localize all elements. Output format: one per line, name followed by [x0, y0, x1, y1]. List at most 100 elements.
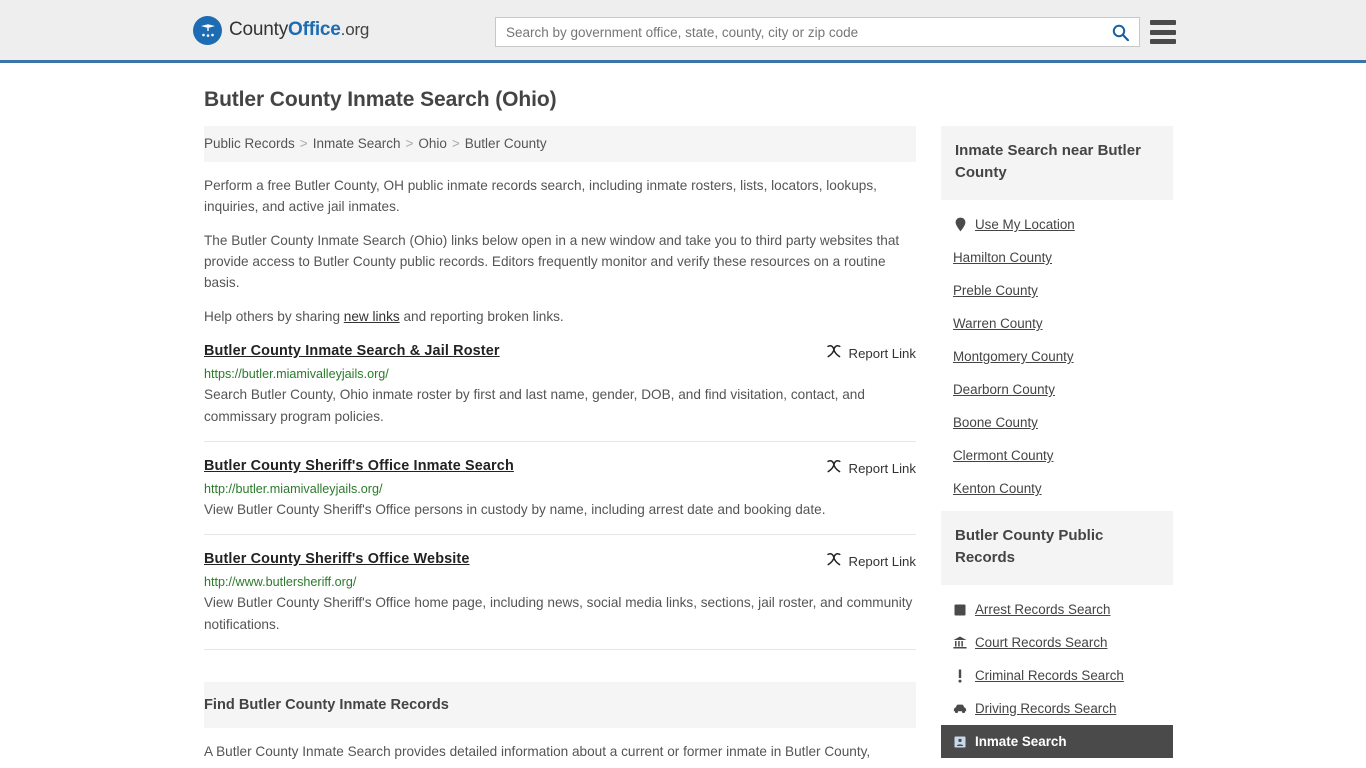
report-link-button[interactable]: Report Link — [826, 344, 916, 362]
breadcrumb-item-ohio[interactable]: Ohio — [418, 136, 447, 151]
sidebar-item-criminal-records-search[interactable]: Criminal Records Search — [941, 659, 1173, 692]
result-url: https://butler.miamivalleyjails.org/ — [204, 367, 389, 381]
intro-p3-before: Help others by sharing — [204, 309, 344, 324]
report-link-button[interactable]: Report Link — [826, 552, 916, 570]
report-link-label: Report Link — [848, 553, 916, 569]
main-content: Public Records > Inmate Search > Ohio > Butler… — [204, 126, 916, 763]
sidebar-item-court-records-search[interactable]: Court Records Search — [941, 626, 1173, 659]
result-header: Butler County Sheriff's Office Website R… — [204, 551, 916, 570]
search-icon[interactable] — [1101, 18, 1139, 46]
intro-p3-after: and reporting broken links. — [399, 309, 564, 324]
result-title-link[interactable]: Butler County Inmate Search & Jail Roste… — [204, 343, 500, 359]
report-link-label: Report Link — [848, 460, 916, 476]
result-header: Butler County Inmate Search & Jail Roste… — [204, 343, 916, 362]
page-container: Butler County Inmate Search (Ohio) Publi… — [0, 88, 1366, 764]
site-logo[interactable]: CountyOffice.org — [193, 15, 369, 45]
content-columns: Public Records > Inmate Search > Ohio > Butler… — [204, 126, 1173, 764]
sidebar-item-label: Hamilton County — [953, 250, 1052, 265]
sidebar: Inmate Search near Butler County Use My … — [941, 126, 1173, 764]
search-input[interactable] — [496, 24, 1101, 40]
sidebar-item-label: Criminal Records Search — [975, 668, 1124, 683]
menu-bar-2 — [1150, 29, 1176, 35]
sidebar-nearby-box: Inmate Search near Butler County Use My … — [941, 126, 1173, 505]
site-header: CountyOffice.org — [0, 0, 1366, 63]
sidebar-public-records-title: Butler County Public Records — [941, 511, 1173, 585]
sidebar-item-label: Warren County — [953, 316, 1043, 331]
result-description: View Butler County Sheriff's Office pers… — [204, 502, 826, 517]
sidebar-public-records-box: Butler County Public Records Arrest Reco… — [941, 511, 1173, 758]
report-link-label: Report Link — [848, 345, 916, 361]
sidebar-item-montgomery-county[interactable]: Montgomery County — [941, 340, 1173, 373]
sidebar-item-arrest-records-search[interactable]: Arrest Records Search — [941, 593, 1173, 626]
result-url: http://www.butlersheriff.org/ — [204, 575, 357, 589]
exclamation-icon — [953, 669, 967, 683]
new-links-link[interactable]: new links — [344, 309, 400, 324]
breadcrumb-separator: > — [299, 136, 308, 151]
sidebar-item-label: Boone County — [953, 415, 1038, 430]
breadcrumb: Public Records > Inmate Search > Ohio > Butler… — [204, 126, 916, 162]
sidebar-item-label: Clermont County — [953, 448, 1054, 463]
find-records-section-header: Find Butler County Inmate Records — [204, 682, 916, 728]
result-item: Butler County Inmate Search & Jail Roste… — [204, 327, 916, 442]
report-link-button[interactable]: Report Link — [826, 459, 916, 477]
result-item: Butler County Sheriff's Office Website R… — [204, 535, 916, 650]
sidebar-item-label: Inmate Search — [975, 734, 1067, 749]
hamburger-menu-icon[interactable] — [1150, 20, 1176, 44]
sidebar-nearby-links: Use My Location Hamilton County Preble C… — [941, 200, 1173, 505]
page-title: Butler County Inmate Search (Ohio) — [204, 88, 557, 111]
broken-link-icon — [826, 344, 842, 362]
broken-link-icon — [826, 459, 842, 477]
sidebar-item-inmate-search[interactable]: Inmate Search — [941, 725, 1173, 758]
breadcrumb-separator: > — [405, 136, 414, 151]
sidebar-item-use-my-location[interactable]: Use My Location — [941, 208, 1173, 241]
sidebar-item-label: Dearborn County — [953, 382, 1055, 397]
find-records-title: Find Butler County Inmate Records — [204, 697, 449, 713]
inmate-card-icon — [953, 736, 967, 748]
sidebar-item-label: Preble County — [953, 283, 1038, 298]
intro-paragraph-3: Help others by sharing new links and rep… — [204, 306, 916, 327]
result-description: View Butler County Sheriff's Office home… — [204, 595, 913, 632]
courthouse-icon — [953, 636, 967, 649]
logo-text-county: County — [229, 19, 289, 40]
sidebar-item-clermont-county[interactable]: Clermont County — [941, 439, 1173, 472]
menu-bar-1 — [1150, 20, 1176, 25]
menu-bar-3 — [1150, 39, 1176, 44]
find-records-body: A Butler County Inmate Search provides d… — [204, 744, 871, 759]
sidebar-item-boone-county[interactable]: Boone County — [941, 406, 1173, 439]
sidebar-item-warren-county[interactable]: Warren County — [941, 307, 1173, 340]
logo-text-org: .org — [340, 20, 370, 39]
sidebar-item-dearborn-county[interactable]: Dearborn County — [941, 373, 1173, 406]
breadcrumb-item-inmate-search[interactable]: Inmate Search — [313, 136, 401, 151]
sidebar-item-label: Court Records Search — [975, 635, 1108, 650]
map-pin-icon — [953, 217, 967, 232]
intro-paragraph-1: Perform a free Butler County, OH public … — [204, 178, 877, 214]
result-title-link[interactable]: Butler County Sheriff's Office Inmate Se… — [204, 458, 514, 474]
intro-paragraph-2: The Butler County Inmate Search (Ohio) l… — [204, 233, 900, 290]
result-description: Search Butler County, Ohio inmate roster… — [204, 387, 865, 424]
result-header: Butler County Sheriff's Office Inmate Se… — [204, 458, 916, 477]
car-icon — [953, 703, 967, 714]
sidebar-item-kenton-county[interactable]: Kenton County — [941, 472, 1173, 505]
result-item: Butler County Sheriff's Office Inmate Se… — [204, 442, 916, 535]
sidebar-item-hamilton-county[interactable]: Hamilton County — [941, 241, 1173, 274]
site-logo-text: CountyOffice.org — [229, 19, 369, 41]
sidebar-item-label: Use My Location — [975, 217, 1075, 232]
result-url: http://butler.miamivalleyjails.org/ — [204, 482, 383, 496]
logo-text-office: Office — [288, 19, 341, 40]
sidebar-public-records-links: Arrest Records Search Court Records Sear… — [941, 585, 1173, 758]
eagle-seal-icon — [193, 15, 222, 45]
broken-link-icon — [826, 552, 842, 570]
result-title-link[interactable]: Butler County Sheriff's Office Website — [204, 551, 470, 567]
sidebar-item-preble-county[interactable]: Preble County — [941, 274, 1173, 307]
sidebar-item-label: Montgomery County — [953, 349, 1074, 364]
search-bar[interactable] — [495, 17, 1140, 47]
breadcrumb-separator: > — [451, 136, 460, 151]
sidebar-item-label: Kenton County — [953, 481, 1042, 496]
breadcrumb-item-butler-county[interactable]: Butler County — [465, 136, 547, 151]
sidebar-item-driving-records-search[interactable]: Driving Records Search — [941, 692, 1173, 725]
sidebar-item-label: Arrest Records Search — [975, 602, 1111, 617]
fingerprint-square-icon — [953, 604, 967, 616]
sidebar-item-label: Driving Records Search — [975, 701, 1117, 716]
sidebar-nearby-title: Inmate Search near Butler County — [941, 126, 1173, 200]
breadcrumb-item-public-records[interactable]: Public Records — [204, 136, 295, 151]
